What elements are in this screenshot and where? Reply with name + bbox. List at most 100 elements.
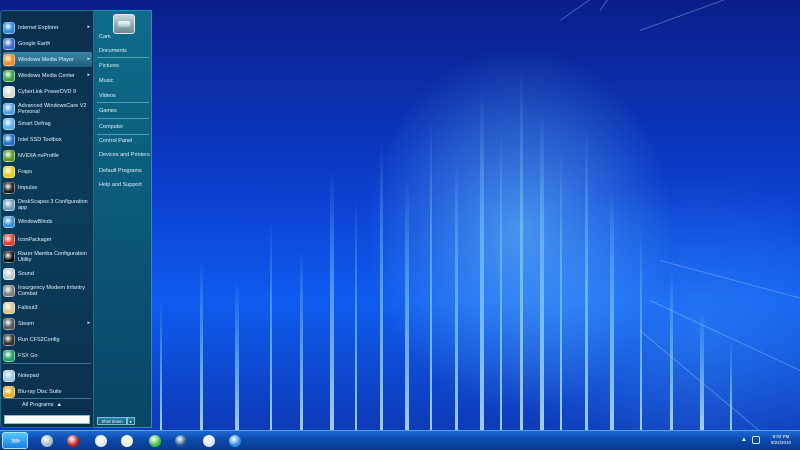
taskbar-button[interactable]: [64, 433, 82, 448]
user-picture[interactable]: [113, 14, 135, 34]
wallpaper-streak: [520, 70, 523, 430]
place-item[interactable]: Cam: [99, 34, 151, 41]
program-item[interactable]: Sound: [3, 266, 92, 281]
clock-date: 9/22/2010: [770, 440, 792, 445]
wallpaper-streak: [560, 150, 562, 430]
game-shield-icon: [67, 434, 79, 447]
place-item[interactable]: Help and Support: [99, 182, 151, 189]
insurgency-icon: [3, 285, 15, 297]
monitor-icon: [149, 434, 161, 447]
steam-icon: [3, 317, 15, 330]
program-item-label: Fallout3: [18, 304, 38, 311]
search-input[interactable]: [4, 415, 90, 424]
program-item-label: NVIDIA nvProfile: [18, 152, 59, 159]
wallpaper-streak: [585, 130, 588, 430]
clock-gadget-icon: [121, 434, 133, 447]
divider: [97, 57, 149, 58]
program-item-label: Fraps: [18, 168, 33, 175]
place-item[interactable]: Documents: [99, 48, 151, 55]
program-item[interactable]: Internet Explorer ▸: [3, 20, 92, 35]
start-button[interactable]: »»: [2, 432, 28, 449]
taskbar-button[interactable]: [200, 433, 218, 448]
program-item[interactable]: Insurgency Modern Infantry Combat: [3, 282, 92, 300]
wallpaper-streak: [160, 300, 162, 430]
all-programs-button[interactable]: All Programs ▲: [22, 402, 62, 408]
program-item-label: Run CFS2Config: [18, 336, 60, 343]
smart-defrag-icon: [3, 117, 15, 130]
taskbar-button[interactable]: [92, 433, 110, 448]
wallpaper-streak: [235, 280, 239, 430]
taskbar-button[interactable]: [226, 433, 244, 448]
shutdown-options-button[interactable]: ▸: [127, 417, 135, 425]
wallpaper-streak: [540, 110, 544, 430]
program-item[interactable]: Smart Defrag: [3, 116, 92, 131]
fsx-icon: [3, 349, 15, 362]
place-item[interactable]: Control Panel: [99, 138, 151, 145]
place-item[interactable]: Music: [99, 78, 151, 85]
program-item[interactable]: Google Earth: [3, 36, 92, 51]
program-item[interactable]: FSX Go: [3, 348, 92, 363]
razer-icon: [3, 251, 15, 263]
place-item[interactable]: Devices and Printers: [99, 152, 151, 159]
divider: [97, 118, 149, 119]
wallpaper-streak: [500, 130, 502, 430]
program-item-label: Smart Defrag: [18, 120, 51, 127]
program-item-label: DeskScapes 3 Configuration app: [18, 199, 88, 211]
shutdown-button[interactable]: Shut down: [97, 417, 127, 425]
place-item[interactable]: Computer: [99, 124, 151, 131]
start-menu: All Programs ▲ Shut down ▸ Internet Expl…: [0, 10, 152, 428]
wallpaper-streak: [200, 260, 203, 430]
place-item[interactable]: Pictures: [99, 63, 151, 70]
taskbar-button[interactable]: [146, 433, 164, 448]
taskbar-button[interactable]: [172, 433, 190, 448]
taskbar-button[interactable]: [38, 433, 56, 448]
program-item[interactable]: Intel SSD Toolbox: [3, 132, 92, 147]
program-item-label: CyberLink PowerDVD 9: [18, 88, 77, 95]
program-item[interactable]: IconPackager: [3, 232, 92, 247]
all-programs-label: All Programs: [22, 402, 54, 408]
chevron-right-icon: ▸: [87, 72, 90, 78]
powerdvd-icon: [3, 85, 15, 98]
program-item-label: Blu-ray Disc Suite: [18, 388, 62, 395]
program-item[interactable]: Notepad: [3, 368, 92, 383]
wallpaper-streak: [355, 200, 357, 430]
program-item[interactable]: WindowBlinds: [3, 214, 92, 229]
program-item-label: Windows Media Center: [18, 72, 75, 79]
intel-icon: [3, 133, 15, 146]
program-item[interactable]: Razer Mamba Configuration Utility: [3, 248, 92, 266]
airplane-icon: [203, 434, 215, 447]
windowscare-icon: [3, 103, 15, 115]
tray-expand-icon[interactable]: ▲: [741, 437, 747, 443]
clock[interactable]: 9:03 PM 9/22/2010: [764, 434, 798, 446]
program-item[interactable]: Steam ▸: [3, 316, 92, 331]
program-item-label: Intel SSD Toolbox: [18, 136, 62, 143]
chevron-up-icon: ▲: [55, 402, 62, 408]
place-item[interactable]: Default Programs: [99, 168, 151, 175]
program-item[interactable]: Fraps: [3, 164, 92, 179]
program-item-label: Internet Explorer: [18, 24, 59, 31]
program-item[interactable]: Impulse: [3, 180, 92, 195]
taskbar-button[interactable]: [118, 433, 136, 448]
wallpaper-ray: [639, 0, 800, 31]
google-earth-icon: [3, 37, 15, 50]
wallpaper-streak: [480, 90, 484, 430]
program-item[interactable]: Fallout3: [3, 300, 92, 315]
program-item[interactable]: DeskScapes 3 Configuration app: [3, 196, 92, 214]
place-item[interactable]: Games: [99, 108, 151, 115]
program-item-label: Sound: [18, 270, 34, 277]
divider: [97, 102, 149, 103]
program-item[interactable]: CyberLink PowerDVD 9: [3, 84, 92, 99]
network-icon[interactable]: [752, 436, 760, 444]
program-item[interactable]: Windows Media Center ▸: [3, 68, 92, 83]
program-item[interactable]: Blu-ray Disc Suite: [3, 384, 92, 399]
wallpaper-streak: [270, 220, 272, 430]
program-item[interactable]: Run CFS2Config: [3, 332, 92, 347]
nvidia-icon: [3, 149, 15, 162]
program-item[interactable]: Windows Media Player ▸: [3, 52, 92, 67]
divider: [3, 363, 91, 364]
wallpaper-streak: [610, 190, 614, 430]
program-item[interactable]: NVIDIA nvProfile: [3, 148, 92, 163]
program-item-label: Insurgency Modern Infantry Combat: [18, 285, 85, 297]
bluray-icon: [3, 385, 15, 398]
place-item[interactable]: Videos: [99, 93, 151, 100]
